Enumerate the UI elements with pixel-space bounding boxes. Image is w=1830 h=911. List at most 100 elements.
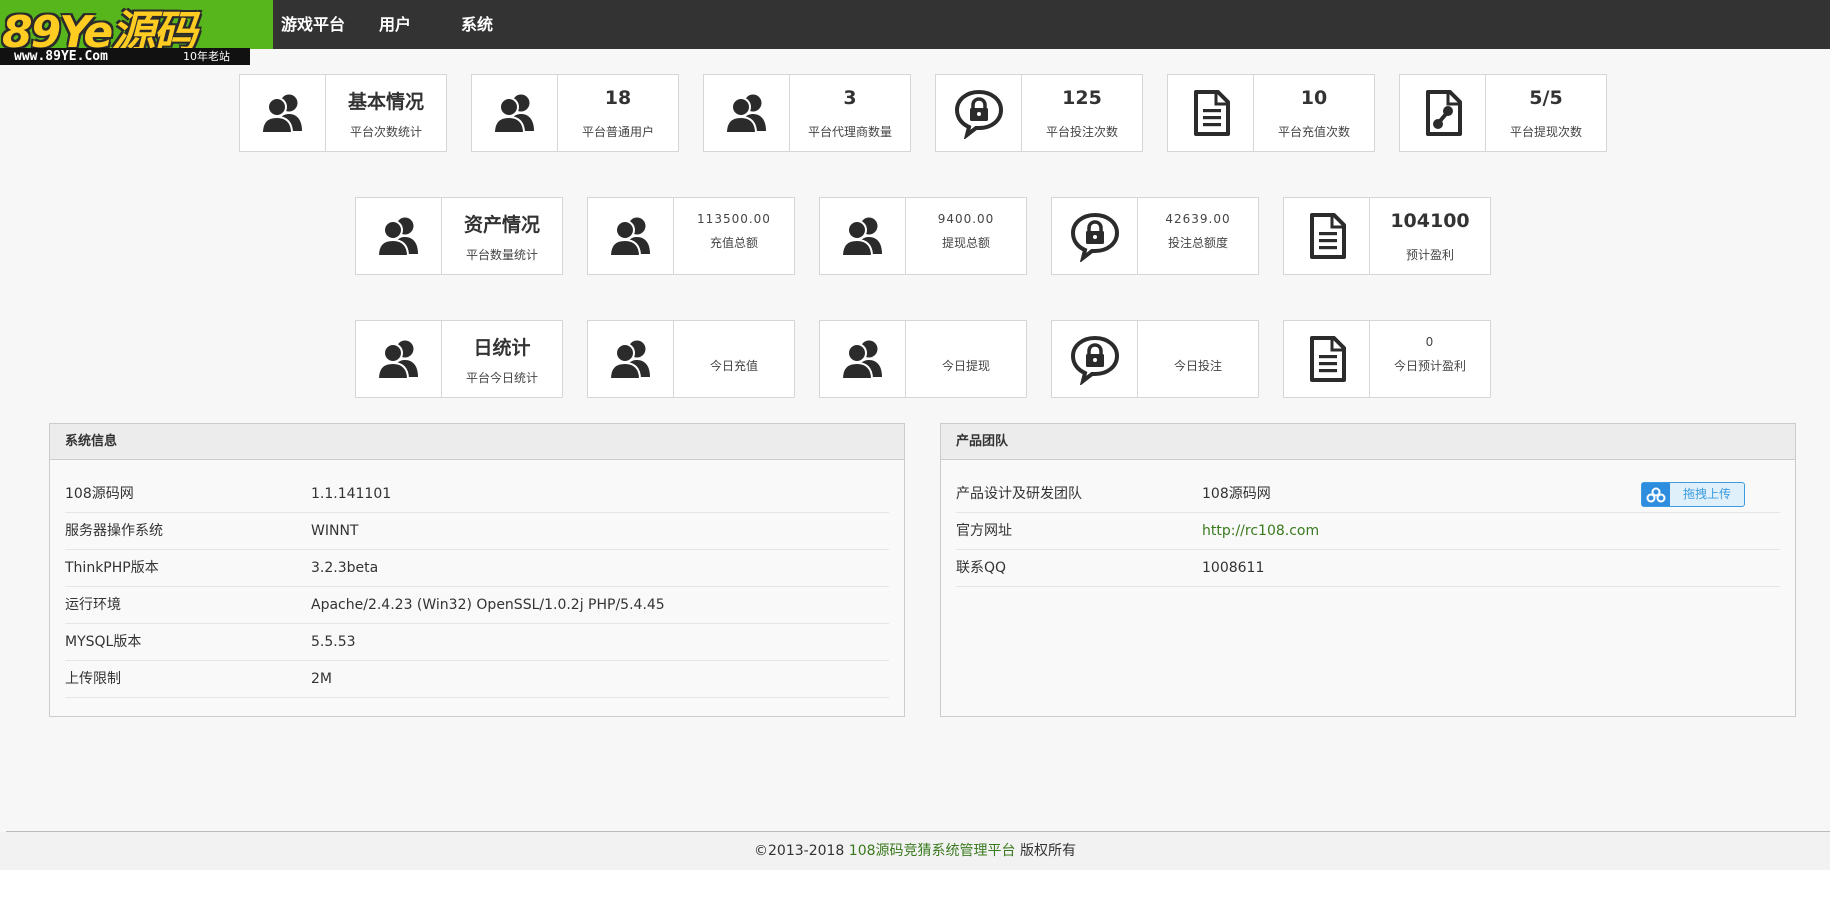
logo-badge: 10年老站 <box>183 50 230 63</box>
card-title: 日统计 <box>473 337 531 359</box>
card-recharge-total: 113500.00 充值总额 <box>587 197 795 275</box>
card-amount: 0 <box>1425 335 1435 349</box>
info-value: 3.2.3beta <box>311 560 379 576</box>
card-title: 资产情况 <box>463 214 540 236</box>
top-navbar: 游戏平台 用户 系统 <box>0 0 1830 49</box>
card-value: 104100 <box>1390 210 1470 232</box>
card-daily-stats: 日统计 平台今日统计 <box>355 320 563 398</box>
info-key: 官方网址 <box>956 523 1012 539</box>
users-icon <box>472 75 558 151</box>
info-key: MYSQL版本 <box>65 634 142 650</box>
transfer-file-icon <box>1400 75 1486 151</box>
card-label: 今日充值 <box>709 359 758 373</box>
card-withdraw-total: 9400.00 提现总额 <box>819 197 1027 275</box>
card-bet-total: 42639.00 投注总额度 <box>1051 197 1259 275</box>
card-recharge-count: 10 平台充值次数 <box>1167 74 1375 152</box>
users-icon <box>356 321 442 397</box>
upload-label: 拖拽上传 <box>1682 487 1731 501</box>
footer-brand-link[interactable]: 108源码竞猜系统管理平台 <box>849 843 1016 859</box>
system-info-panel: 系统信息 108源码网 1.1.141101 服务器操作系统 WINNT Thi… <box>49 423 905 717</box>
card-title: 基本情况 <box>347 91 424 113</box>
users-icon <box>820 321 906 397</box>
document-icon <box>1284 198 1370 274</box>
info-value: Apache/2.4.23 (Win32) OpenSSL/1.0.2j PHP… <box>311 597 665 613</box>
lock-chat-icon <box>1052 198 1138 274</box>
card-today-recharge: 今日充值 <box>587 320 795 398</box>
lock-chat-icon <box>1052 321 1138 397</box>
document-icon <box>1284 321 1370 397</box>
card-label: 投注总额度 <box>1167 236 1228 250</box>
panel-title: 系统信息 <box>50 424 904 460</box>
card-label: 平台今日统计 <box>465 371 538 385</box>
logo-background: 89Ye源码 <box>0 0 273 49</box>
info-key: 联系QQ <box>956 560 1007 576</box>
card-normal-users: 18 平台普通用户 <box>471 74 679 152</box>
drag-upload-button[interactable]: 拖拽上传 <box>1641 482 1745 507</box>
info-value: WINNT <box>311 523 359 539</box>
card-today-profit: 0 今日预计盈利 <box>1283 320 1491 398</box>
info-row: 上传限制 2M <box>65 661 889 698</box>
card-label: 充值总额 <box>709 236 758 250</box>
card-label: 预计盈利 <box>1405 248 1454 262</box>
card-value: 5/5 <box>1529 87 1563 109</box>
users-icon <box>356 198 442 274</box>
users-icon <box>240 75 326 151</box>
info-value: 5.5.53 <box>311 634 356 650</box>
card-value: 18 <box>604 87 632 109</box>
footer: ©2013-2018 108源码竞猜系统管理平台 版权所有 <box>0 832 1830 870</box>
main-nav: 游戏平台 用户 系统 <box>281 0 527 49</box>
card-label: 平台提现次数 <box>1509 125 1582 139</box>
info-row: 运行环境 Apache/2.4.23 (Win32) OpenSSL/1.0.2… <box>65 587 889 624</box>
card-label: 平台投注次数 <box>1045 125 1118 139</box>
card-label: 平台代理商数量 <box>807 125 892 139</box>
users-icon <box>588 198 674 274</box>
footer-suffix: 版权所有 <box>1019 843 1076 859</box>
info-value: 108源码网 <box>1202 486 1271 502</box>
site-logo[interactable]: 89Ye源码 www.89YE.Com 10年老站 <box>0 0 273 66</box>
info-value: 2M <box>311 671 332 687</box>
card-label: 平台普通用户 <box>581 125 654 139</box>
users-icon <box>704 75 790 151</box>
users-icon <box>588 321 674 397</box>
nav-game-platform[interactable]: 游戏平台 <box>281 0 345 49</box>
card-assets: 资产情况 平台数量统计 <box>355 197 563 275</box>
page-bottom <box>0 870 1830 911</box>
info-row: 官方网址 http://rc108.com <box>956 513 1780 550</box>
card-withdraw-count: 5/5 平台提现次数 <box>1399 74 1607 152</box>
card-basic-info: 基本情况 平台次数统计 <box>239 74 447 152</box>
card-label: 平台次数统计 <box>349 125 422 139</box>
info-row: MYSQL版本 5.5.53 <box>65 624 889 661</box>
lock-chat-icon <box>936 75 1022 151</box>
info-key: 产品设计及研发团队 <box>956 486 1082 502</box>
footer-copyright: ©2013-2018 <box>754 843 845 859</box>
card-expected-profit: 104100 预计盈利 <box>1283 197 1491 275</box>
nav-users[interactable]: 用户 <box>379 0 411 49</box>
logo-text: 89Ye源码 <box>2 7 197 49</box>
card-today-withdraw: 今日提现 <box>819 320 1027 398</box>
card-value: 10 <box>1300 87 1328 109</box>
info-key: 运行环境 <box>65 597 121 613</box>
info-key: 上传限制 <box>65 671 121 687</box>
card-label: 平台数量统计 <box>465 248 538 262</box>
card-label: 今日投注 <box>1173 359 1222 373</box>
card-label: 提现总额 <box>941 236 990 250</box>
info-value: 1.1.141101 <box>311 486 392 502</box>
info-key: 服务器操作系统 <box>65 523 163 539</box>
info-value: 1008611 <box>1202 560 1265 576</box>
info-key: 108源码网 <box>65 486 134 502</box>
card-amount: 42639.00 <box>1165 212 1231 226</box>
official-site-link[interactable]: http://rc108.com <box>1202 513 1319 550</box>
info-row: 服务器操作系统 WINNT <box>65 513 889 550</box>
card-agents: 3 平台代理商数量 <box>703 74 911 152</box>
card-value: 125 <box>1062 87 1102 109</box>
info-row: 联系QQ 1008611 <box>956 550 1780 587</box>
card-amount: 9400.00 <box>937 212 995 226</box>
info-row: 产品设计及研发团队 108源码网 拖拽上传 <box>956 476 1780 513</box>
card-label: 平台充值次数 <box>1277 125 1350 139</box>
info-row: ThinkPHP版本 3.2.3beta <box>65 550 889 587</box>
nav-system[interactable]: 系统 <box>461 0 493 49</box>
users-icon <box>820 198 906 274</box>
panel-title: 产品团队 <box>941 424 1795 460</box>
card-bets-count: 125 平台投注次数 <box>935 74 1143 152</box>
card-amount: 113500.00 <box>697 212 771 226</box>
